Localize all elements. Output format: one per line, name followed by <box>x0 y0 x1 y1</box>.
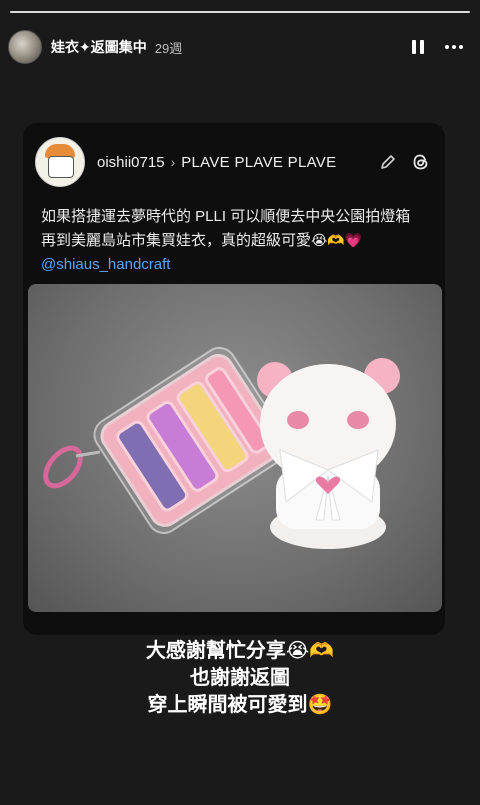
caption-line: 大感謝幫忙分享😭🫶 <box>145 640 335 662</box>
post-channel[interactable]: PLAVE PLAVE PLAVE <box>181 154 336 171</box>
post-emoji: 😭🫶💗 <box>311 233 363 249</box>
chevron-right-icon: › <box>170 154 176 170</box>
story-username[interactable]: 娃衣✦返圖集中 <box>51 37 147 57</box>
avatar-face <box>48 156 74 178</box>
pencil-icon[interactable] <box>377 151 399 173</box>
post-text-line: 再到美麗島站市集買娃衣，真的超級可愛😭🫶💗 <box>41 229 431 253</box>
mention-link[interactable]: @shiaus_handcraft <box>41 253 431 277</box>
caption-line: 也謝謝返圖 <box>190 667 290 689</box>
post-header: oishii0715 › PLAVE PLAVE PLAVE <box>35 137 433 187</box>
post-text-line: 如果搭捷運去夢時代的 PLLI 可以順便去中央公園拍燈箱 <box>41 208 411 225</box>
more-options-button[interactable] <box>440 35 468 59</box>
story-header: 娃衣✦返圖集中 29週 <box>8 27 472 67</box>
caption-line: 穿上瞬間被可愛到🤩 <box>147 694 333 716</box>
more-icon-dot <box>452 45 456 49</box>
pause-icon <box>412 40 416 54</box>
pause-icon-bar <box>420 40 424 54</box>
more-icon-dot <box>459 45 463 49</box>
post-username[interactable]: oishii0715 <box>97 154 165 171</box>
avatar[interactable] <box>8 30 42 64</box>
post-photo[interactable] <box>28 284 442 612</box>
more-icon-dot <box>445 45 449 49</box>
post-text-segment: 再到美麗島站市集買娃衣，真的超級可愛 <box>41 232 312 249</box>
story-timestamp: 29週 <box>154 40 183 56</box>
post-text: 如果搭捷運去夢時代的 PLLI 可以順便去中央公園拍燈箱 再到美麗島站市集買娃衣… <box>41 205 431 277</box>
story-progress-bar <box>10 11 470 13</box>
story-caption: 大感謝幫忙分享😭🫶 也謝謝返圖 穿上瞬間被可愛到🤩 <box>0 638 480 719</box>
pause-button[interactable] <box>406 35 430 59</box>
threads-logo-icon[interactable] <box>409 150 433 174</box>
post-avatar[interactable] <box>35 137 85 187</box>
shared-threads-post[interactable]: oishii0715 › PLAVE PLAVE PLAVE 如果搭捷運去夢時代… <box>23 123 445 635</box>
